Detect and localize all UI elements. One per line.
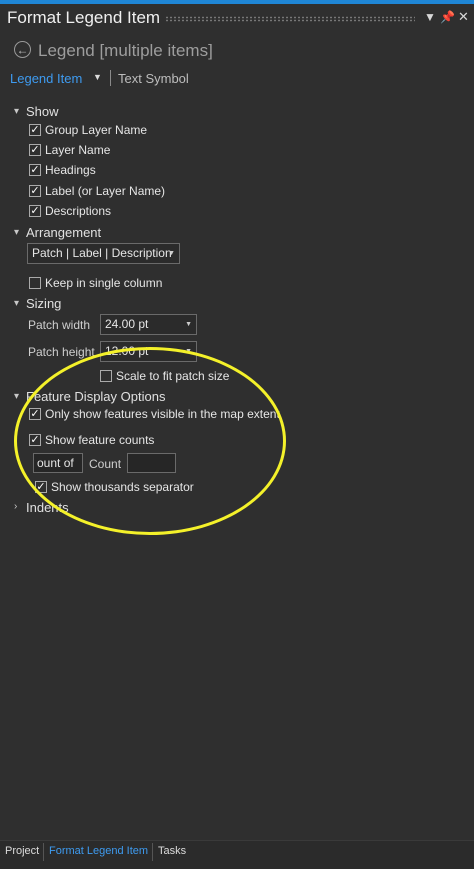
bottom-tab-separator	[43, 843, 44, 861]
drag-grip[interactable]	[165, 16, 415, 22]
chevron-down-icon[interactable]: ▾	[14, 391, 19, 402]
checkbox-scale-to-fit[interactable]	[100, 370, 112, 382]
count-suffix-field[interactable]	[127, 453, 176, 473]
patch-height-label: Patch height	[28, 345, 95, 359]
patch-width-input[interactable]: 24.00 pt ▼	[100, 314, 197, 335]
section-indents[interactable]: Indents	[26, 500, 69, 515]
dropdown-caret-icon[interactable]: ▼	[185, 315, 192, 334]
label-only-visible-features: Only show features visible in the map ex…	[45, 407, 280, 421]
element-title: Legend [multiple items]	[38, 41, 213, 60]
label-thousands-separator: Show thousands separator	[51, 480, 194, 494]
checkbox-headings[interactable]: ✓	[29, 164, 41, 176]
close-icon[interactable]: ✕	[458, 9, 469, 25]
patch-width-label: Patch width	[28, 318, 91, 332]
count-prefix-field[interactable]: ount of	[33, 453, 83, 473]
checkbox-group-layer-name[interactable]: ✓	[29, 124, 41, 136]
label-scale-to-fit: Scale to fit patch size	[116, 369, 230, 383]
bottom-tab-project[interactable]: Project	[5, 845, 39, 857]
section-sizing[interactable]: Sizing	[26, 296, 61, 311]
back-arrow-icon[interactable]: ←	[14, 41, 31, 58]
dropdown-caret-icon[interactable]: ▼	[185, 342, 192, 361]
label-layer-name: Layer Name	[45, 143, 111, 157]
label-descriptions: Descriptions	[45, 204, 112, 218]
chevron-down-icon[interactable]: ▾	[14, 106, 19, 117]
patch-height-input[interactable]: 12.00 pt ▼	[100, 341, 197, 362]
arrangement-dropdown[interactable]: Patch | Label | Description ▼	[27, 243, 180, 264]
label-show-feature-counts: Show feature counts	[45, 433, 155, 447]
label-label-or-layer-name: Label (or Layer Name)	[45, 184, 166, 198]
patch-height-value: 12.00 pt	[105, 344, 149, 358]
patch-width-value: 24.00 pt	[105, 317, 149, 331]
chevron-right-icon[interactable]: ›	[14, 501, 17, 512]
checkbox-thousands-separator[interactable]: ✓	[35, 481, 47, 493]
count-label: Count	[89, 457, 122, 471]
tab-text-symbol[interactable]: Text Symbol	[118, 71, 189, 86]
label-headings: Headings	[45, 163, 96, 177]
tab-legend-item[interactable]: Legend Item	[10, 71, 82, 86]
section-arrangement[interactable]: Arrangement	[26, 225, 101, 240]
checkbox-keep-single-column[interactable]	[29, 277, 41, 289]
checkbox-layer-name[interactable]: ✓	[29, 144, 41, 156]
checkbox-show-feature-counts[interactable]: ✓	[29, 434, 41, 446]
pane-title: Format Legend Item	[7, 8, 161, 27]
checkbox-only-visible-features[interactable]: ✓	[29, 408, 41, 420]
section-feature-display-options[interactable]: Feature Display Options	[26, 389, 165, 404]
bottom-tab-format-legend-item[interactable]: Format Legend Item	[49, 845, 148, 857]
chevron-down-icon[interactable]: ▾	[14, 298, 19, 309]
dropdown-caret-icon: ▼	[168, 250, 175, 257]
section-show[interactable]: Show	[26, 104, 59, 119]
label-keep-single-column: Keep in single column	[45, 276, 163, 290]
tab-dropdown-caret-icon[interactable]: ▼	[93, 72, 102, 82]
pin-icon[interactable]: 📌	[440, 10, 455, 24]
bottom-tab-tasks[interactable]: Tasks	[158, 845, 186, 857]
checkbox-descriptions[interactable]: ✓	[29, 205, 41, 217]
tab-separator	[110, 70, 111, 86]
bottom-tab-separator	[152, 843, 153, 861]
chevron-down-icon[interactable]: ▾	[14, 227, 19, 238]
checkbox-label[interactable]: ✓	[29, 185, 41, 197]
label-group-layer-name: Group Layer Name	[45, 123, 148, 137]
pane-options-icon[interactable]: ▼	[424, 10, 436, 24]
arrangement-value: Patch | Label | Description	[32, 246, 172, 260]
